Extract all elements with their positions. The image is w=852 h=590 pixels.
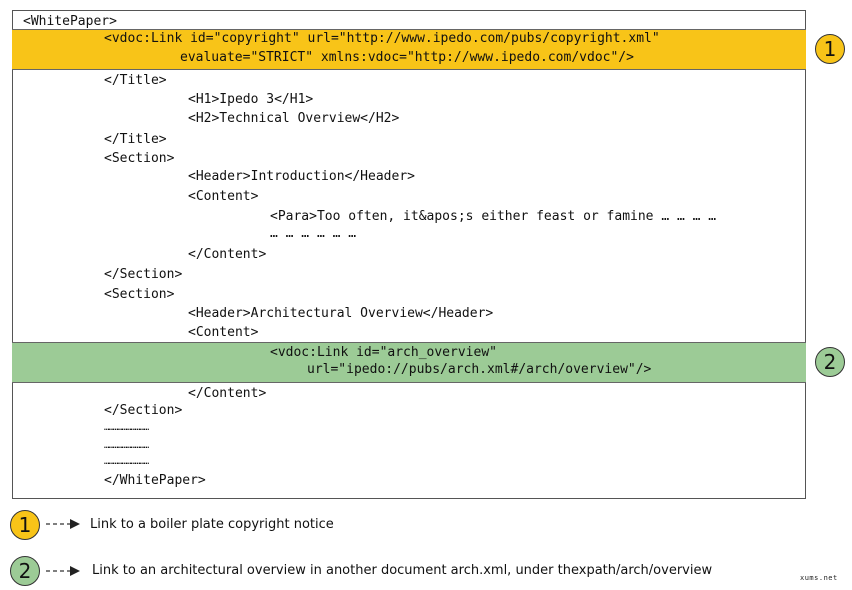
legend-text-2: Link to an architectural overview in ano… bbox=[92, 563, 713, 578]
code-line: <Section> bbox=[104, 287, 175, 302]
code-line: <vdoc:Link id="copyright" url="http://ww… bbox=[104, 31, 660, 46]
code-line: <Section> bbox=[104, 151, 175, 166]
code-line: <H1>Ipedo 3</H1> bbox=[188, 92, 314, 107]
code-line: <Header>Introduction</Header> bbox=[188, 169, 415, 184]
dashed-arrow-icon bbox=[46, 519, 80, 529]
code-line: </Title> bbox=[104, 73, 167, 88]
watermark: xums.net bbox=[800, 574, 838, 582]
legend-badge-2: 2 bbox=[10, 556, 40, 586]
code-line: <WhitePaper> bbox=[23, 14, 117, 29]
code-line: <Content> bbox=[188, 325, 259, 340]
callout-badge-1: 1 bbox=[815, 34, 845, 64]
code-line: </Content> bbox=[188, 386, 267, 401]
code-line: <Header>Architectural Overview</Header> bbox=[188, 306, 494, 321]
code-line: … … … … … … bbox=[270, 226, 357, 241]
code-line: <Para>Too often, it&apos;s either feast … bbox=[270, 209, 717, 224]
legend-badge-1: 1 bbox=[10, 510, 40, 540]
code-line: </Content> bbox=[188, 247, 267, 262]
legend-text-1: Link to a boiler plate copyright notice bbox=[90, 517, 334, 532]
code-line: <vdoc:Link id="arch_overview" bbox=[270, 345, 497, 360]
code-line: </Title> bbox=[104, 132, 167, 147]
code-line: ………………………… bbox=[104, 457, 149, 467]
code-line: evaluate="STRICT" xmlns:vdoc="http://www… bbox=[180, 50, 634, 65]
code-line: <H2>Technical Overview</H2> bbox=[188, 111, 400, 126]
callout-badge-2: 2 bbox=[815, 347, 845, 377]
code-line: <Content> bbox=[188, 189, 259, 204]
code-line: ………………………… bbox=[104, 441, 149, 451]
code-line: </Section> bbox=[104, 267, 183, 282]
code-line: url="ipedo://pubs/arch.xml#/arch/overvie… bbox=[307, 362, 652, 377]
code-line: </WhitePaper> bbox=[104, 473, 206, 488]
code-line: </Section> bbox=[104, 403, 183, 418]
dashed-arrow-icon bbox=[46, 566, 80, 576]
code-line: ………………………… bbox=[104, 423, 149, 433]
